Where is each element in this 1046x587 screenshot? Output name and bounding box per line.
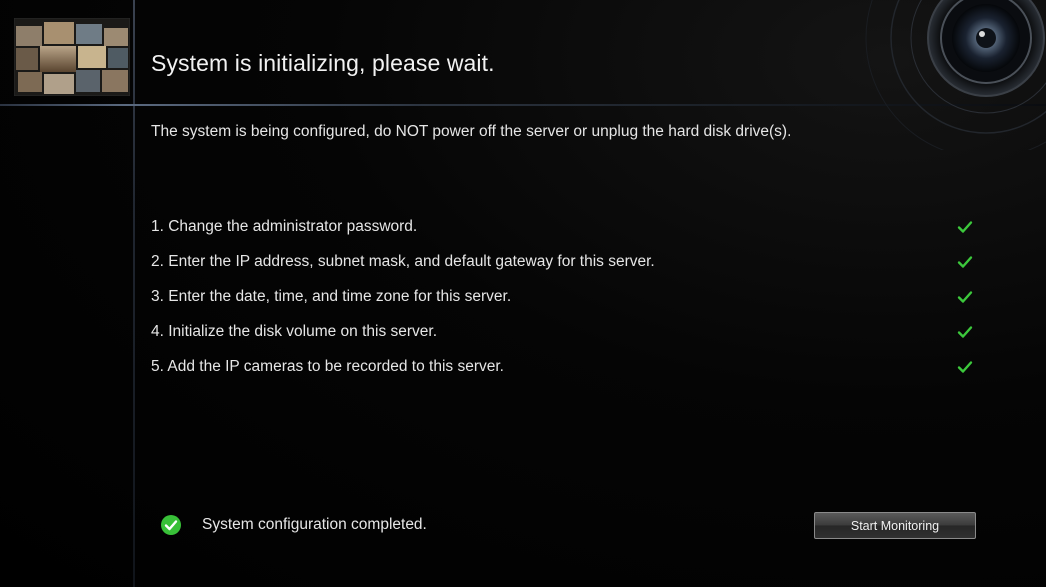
app-window: System is initializing, please wait. The… [0,0,1046,587]
setup-step-label: 1. Change the administrator password. [151,218,418,235]
setup-step-item: 5. Add the IP cameras to be recorded to … [151,355,981,390]
setup-step-label: 3. Enter the date, time, and time zone f… [151,288,512,305]
setup-step-label: 2. Enter the IP address, subnet mask, an… [151,253,655,270]
setup-step-item: 1. Change the administrator password. [151,215,981,250]
camera-lens-icon [865,0,1046,150]
checkmark-icon [957,256,973,268]
checkmark-icon [957,326,973,338]
checkmark-icon [957,221,973,233]
camera-feeds-logo-icon [14,18,130,96]
start-monitoring-label: Start Monitoring [850,518,940,533]
configuration-status: System configuration completed. [160,513,427,537]
setup-step-label: 5. Add the IP cameras to be recorded to … [151,358,504,375]
setup-step-item: 2. Enter the IP address, subnet mask, an… [151,250,981,285]
setup-step-item: 3. Enter the date, time, and time zone f… [151,285,981,320]
start-monitoring-button[interactable]: Start Monitoring [814,512,976,539]
power-warning-text: The system is being configured, do NOT p… [151,123,792,140]
setup-steps-list: 1. Change the administrator password. 2.… [151,215,981,390]
setup-step-label: 4. Initialize the disk volume on this se… [151,323,438,340]
setup-step-item: 4. Initialize the disk volume on this se… [151,320,981,355]
checkmark-icon [957,361,973,373]
sidebar-divider [133,0,135,587]
check-circle-icon [161,515,181,535]
checkmark-icon [957,291,973,303]
page-title: System is initializing, please wait. [151,50,495,76]
status-text: System configuration completed. [202,516,427,533]
